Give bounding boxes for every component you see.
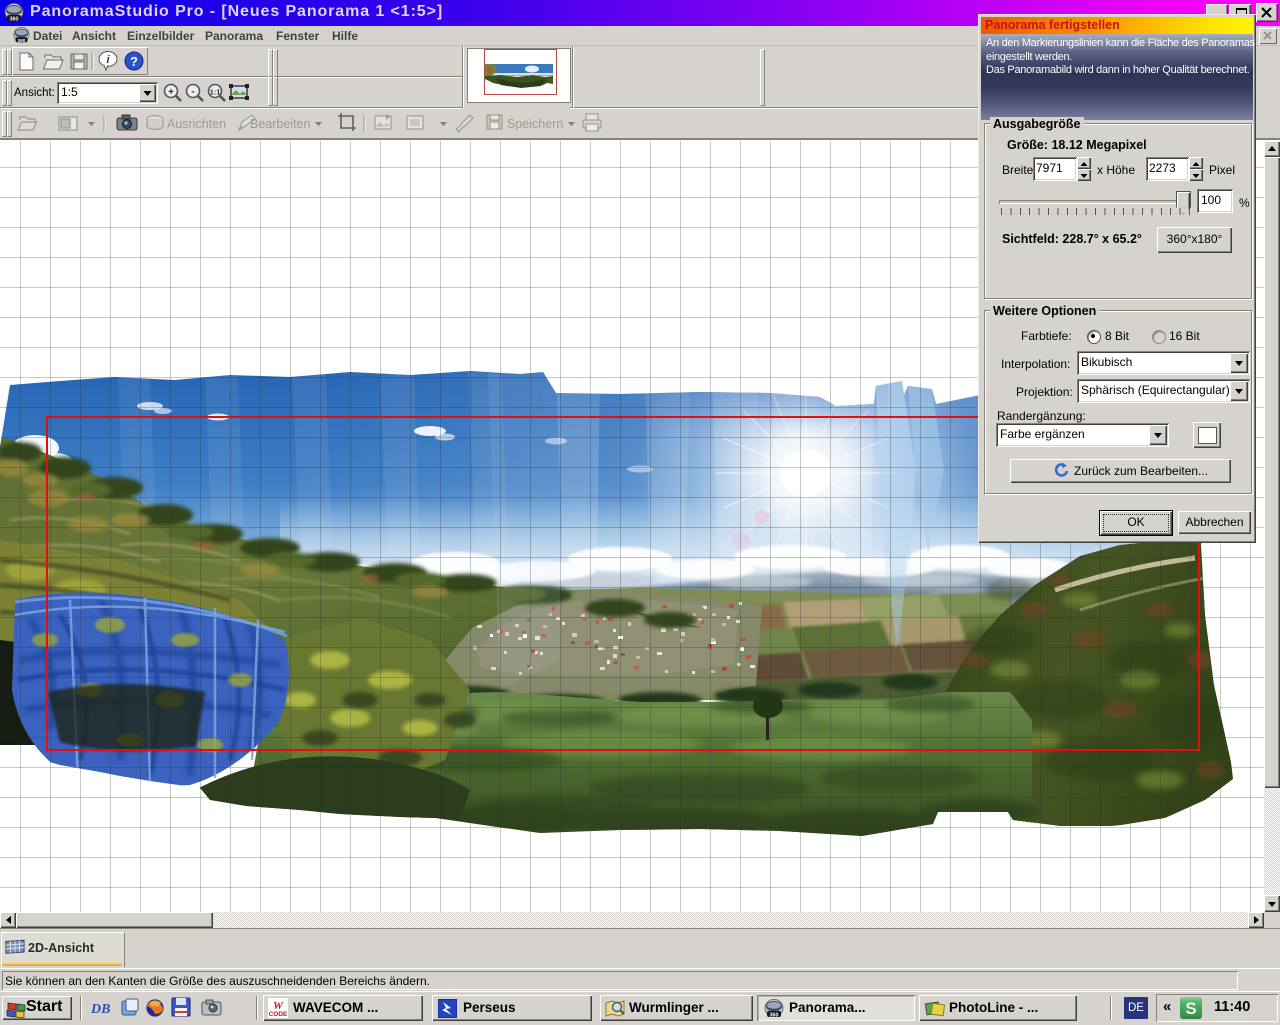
svg-text:+: +	[168, 87, 174, 98]
svg-text:-: -	[191, 87, 194, 98]
svg-text:CODE: CODE	[269, 1011, 288, 1018]
svg-text:Speichern: Speichern	[507, 117, 563, 131]
svg-text:360: 360	[770, 1012, 779, 1018]
svg-text:S: S	[1185, 999, 1196, 1018]
svg-text:Ausrichten: Ausrichten	[167, 117, 226, 131]
svg-text:1:1: 1:1	[210, 88, 221, 97]
svg-text:Bearbeiten: Bearbeiten	[250, 117, 311, 131]
svg-text:360: 360	[10, 16, 19, 22]
svg-text:DB: DB	[90, 1002, 110, 1017]
svg-text:360: 360	[18, 38, 26, 43]
svg-text:?: ?	[130, 54, 138, 69]
